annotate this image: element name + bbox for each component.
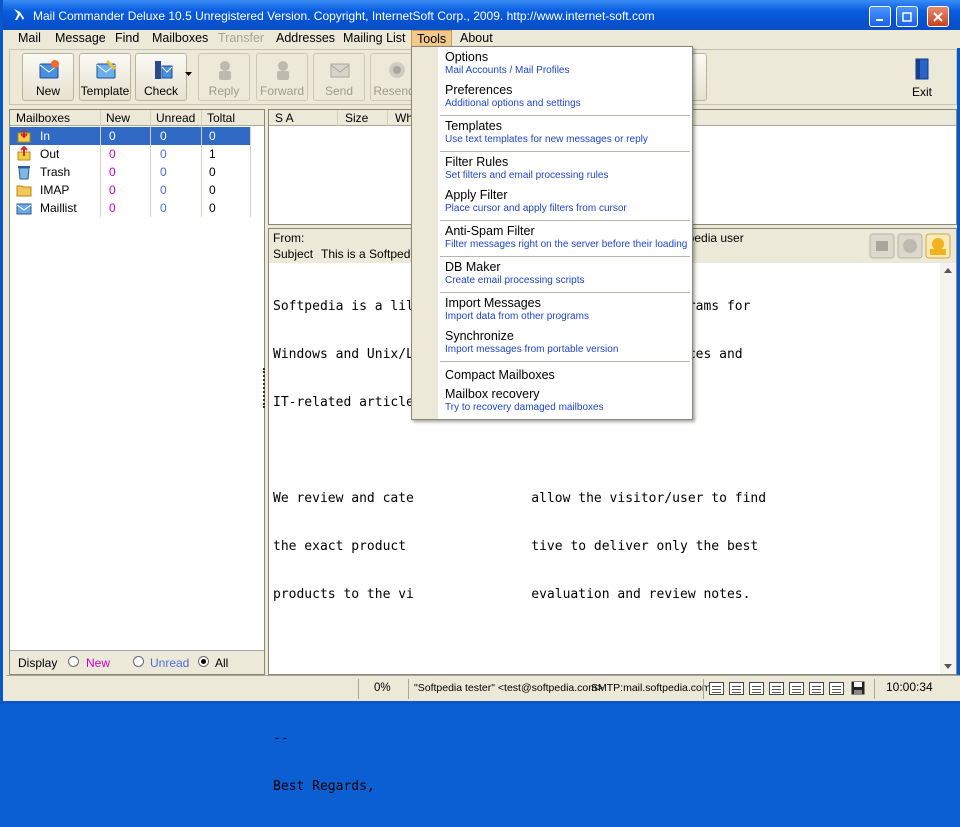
menu-templates[interactable]: Templates Use text templates for new mess… xyxy=(445,119,690,146)
col-total[interactable]: Toltal xyxy=(207,111,235,125)
title-bar[interactable]: Mail Commander Deluxe 10.5 Unregistered … xyxy=(3,0,960,30)
inbox-icon xyxy=(17,129,31,143)
menu-options[interactable]: Options Mail Accounts / Mail Profiles xyxy=(445,50,690,77)
send-button[interactable]: Send xyxy=(313,53,365,101)
layout-5-icon[interactable] xyxy=(789,682,804,695)
status-bar: 0% "Softpedia tester" <test@softpedia.co… xyxy=(6,675,960,701)
exit-door-icon xyxy=(915,58,929,80)
col-status[interactable]: S A xyxy=(275,111,294,125)
menu-preferences[interactable]: Preferences Additional options and settin… xyxy=(445,83,690,110)
menu-db-maker[interactable]: DB Maker Create email processing scripts xyxy=(445,260,690,287)
close-icon xyxy=(933,11,943,22)
print-icon[interactable] xyxy=(869,233,895,259)
menu-filter-rules[interactable]: Filter Rules Set filters and email proces… xyxy=(445,155,690,182)
mailbox-row-maillist[interactable]: Maillist 0 0 0 xyxy=(10,199,264,217)
mailbox-row-imap[interactable]: IMAP 0 0 0 xyxy=(10,181,264,199)
panel-splitter[interactable] xyxy=(263,368,266,408)
attachment-icon[interactable] xyxy=(897,233,923,259)
menu-mailbox-recovery[interactable]: Mailbox recovery Try to recovery damaged … xyxy=(445,387,690,414)
menu-synchronize[interactable]: Synchronize Import messages from portable… xyxy=(445,329,690,356)
radio-all-label[interactable]: All xyxy=(215,656,228,670)
minimize-icon xyxy=(876,18,883,21)
col-mailboxes[interactable]: Mailboxes xyxy=(16,111,70,125)
reply-icon xyxy=(219,61,231,80)
forward-button[interactable]: Forward xyxy=(256,53,308,101)
scroll-down-icon[interactable] xyxy=(944,664,952,670)
reply-button[interactable]: Reply xyxy=(198,53,250,101)
save-disk-icon[interactable] xyxy=(851,681,865,695)
app-icon xyxy=(14,9,24,20)
menu-mailboxes[interactable]: Mailboxes xyxy=(147,30,213,48)
layout-2-icon[interactable] xyxy=(729,682,744,695)
scroll-up-icon[interactable] xyxy=(944,267,952,273)
mailbox-row-out[interactable]: Out 0 0 1 xyxy=(10,145,264,163)
menu-mailing-list[interactable]: Mailing List xyxy=(338,30,411,48)
minimize-button[interactable] xyxy=(869,6,891,27)
from-label: From: xyxy=(273,231,305,245)
identity-text: "Softpedia tester" <test@softpedia.com> xyxy=(414,682,604,694)
send-icon xyxy=(330,63,350,78)
menu-anti-spam-filter[interactable]: Anti-Spam Filter Filter messages right on… xyxy=(445,224,690,251)
menu-transfer[interactable]: Transfer xyxy=(213,30,269,48)
smtp-text: SMTP:mail.softpedia.com xyxy=(591,682,711,694)
clock-text: 10:00:34 xyxy=(886,680,933,694)
radio-all[interactable] xyxy=(198,656,209,667)
window-title: Mail Commander Deluxe 10.5 Unregistered … xyxy=(33,9,655,23)
template-icon xyxy=(96,60,116,79)
radio-new[interactable] xyxy=(68,656,79,667)
layout-7-icon[interactable] xyxy=(829,682,844,695)
col-size[interactable]: Size xyxy=(345,111,368,125)
mark-read-icon[interactable] xyxy=(925,233,951,259)
display-label: Display xyxy=(18,656,58,670)
tools-dropdown-menu: Options Mail Accounts / Mail Profiles Pre… xyxy=(411,46,693,420)
check-mail-icon xyxy=(155,61,173,79)
resend-icon xyxy=(389,62,405,78)
exit-button[interactable]: Exit xyxy=(896,53,948,101)
new-mail-icon xyxy=(39,60,59,79)
subject-label: Subject xyxy=(273,247,314,261)
preview-scrollbar[interactable] xyxy=(940,263,956,674)
check-button[interactable]: Check xyxy=(135,53,187,101)
layout-4-icon[interactable] xyxy=(769,682,784,695)
trash-icon xyxy=(18,166,30,180)
display-filter-bar: Display New Unread All xyxy=(10,650,264,674)
menu-apply-filter[interactable]: Apply Filter Place cursor and apply filte… xyxy=(445,188,690,215)
mailbox-panel: Mailboxes New Unread Toltal In 0 0 0 Out xyxy=(9,109,265,675)
menu-compact-mailboxes[interactable]: Compact Mailboxes xyxy=(445,368,690,382)
menu-addresses[interactable]: Addresses xyxy=(271,30,340,48)
menu-find[interactable]: Find xyxy=(110,30,144,48)
mailbox-row-trash[interactable]: Trash 0 0 0 xyxy=(10,163,264,181)
layout-1-icon[interactable] xyxy=(709,682,724,695)
radio-unread[interactable] xyxy=(133,656,144,667)
layout-6-icon[interactable] xyxy=(809,682,824,695)
maillist-icon xyxy=(16,203,32,215)
close-button[interactable] xyxy=(927,6,949,27)
mailbox-list-header: Mailboxes New Unread Toltal xyxy=(10,110,264,126)
subject-value: This is a Softpedia xyxy=(321,247,420,261)
new-button[interactable]: New xyxy=(22,53,74,101)
layout-3-icon[interactable] xyxy=(749,682,764,695)
progress-text: 0% xyxy=(374,682,391,694)
radio-unread-label[interactable]: Unread xyxy=(150,656,189,670)
folder-icon xyxy=(16,185,32,197)
outbox-icon xyxy=(17,146,31,161)
menu-message[interactable]: Message xyxy=(50,30,111,48)
forward-icon xyxy=(277,61,289,80)
maximize-icon xyxy=(902,11,912,22)
check-dropdown-icon[interactable] xyxy=(185,72,193,78)
maximize-button[interactable] xyxy=(896,6,918,27)
radio-new-label[interactable]: New xyxy=(86,656,110,670)
main-window: Mail Commander Deluxe 10.5 Unregistered … xyxy=(0,0,960,794)
mailbox-row-in[interactable]: In 0 0 0 xyxy=(10,127,264,145)
menu-mail[interactable]: Mail xyxy=(13,30,46,48)
col-unread[interactable]: Unread xyxy=(156,111,195,125)
col-new[interactable]: New xyxy=(106,111,130,125)
menu-import-messages[interactable]: Import Messages Import data from other pr… xyxy=(445,296,690,323)
template-button[interactable]: Template xyxy=(79,53,131,101)
